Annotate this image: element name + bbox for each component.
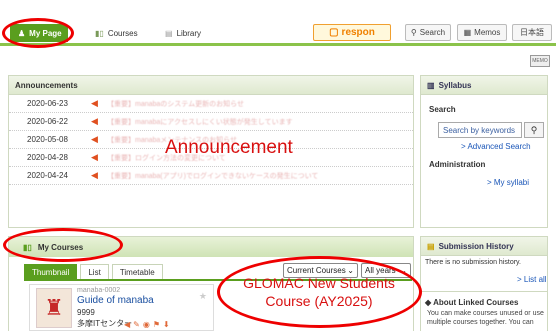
tab-library-label: Library [176,28,202,38]
tab-thumbnail[interactable]: Thumbnail [24,264,78,280]
course-title[interactable]: Guide of manaba [77,295,154,306]
announcements-header: Announcements [9,76,413,95]
submission-history-header: ▤ Submission History [421,237,547,256]
top-navigation: ♟ My Page ▮▯ Courses ▤ Library ▢ respon … [0,0,556,46]
language-button-label: 日本語 [520,28,544,37]
search-icon[interactable]: ⚲ [524,122,544,138]
tab-courses-label: Courses [107,28,138,38]
advanced-search-link[interactable]: > Advanced Search [461,142,531,151]
language-button[interactable]: 日本語 [512,24,552,41]
speaker-icon: ◀ [91,170,98,180]
course-status-icons: ◀✎◉⚑⬇ [124,320,173,329]
respon-link[interactable]: ▢ respon [313,24,391,41]
my-syllabi-link[interactable]: > My syllabi [487,178,529,187]
administration-label: Administration [429,160,486,169]
tab-my-page-label: My Page [29,28,62,38]
announcement-date: 2020-06-23 [27,99,68,108]
search-button[interactable]: ⚲ Search [405,24,451,41]
course-year: 9999 [77,308,95,317]
tab-library[interactable]: ▤ Library [165,24,201,42]
submission-history-header-label: Submission History [438,241,514,251]
memo-toggle-icon[interactable]: MEMO [530,55,550,67]
announcement-text[interactable]: 【重要】manabaにアクセスしにくい状態が発生しています [107,117,293,127]
memos-button-label: Memos [474,28,501,37]
syllabus-panel: ▥ Syllabus Search Search by keywords ⚲ >… [420,75,548,228]
glomac-line-1: GLOMAC New Students [243,275,395,291]
syllabus-icon: ▥ [427,80,435,90]
courses-icon: ▮▯ [95,28,104,38]
submission-history-panel: ▤ Submission History There is no submiss… [420,236,548,292]
glomac-line-2: Course (AY2025) [265,293,373,309]
announcement-text[interactable]: 【重要】manaba(アプリ)でログインできないケースの発生について [107,171,318,181]
respon-label: respon [341,27,375,38]
announcement-date: 2020-04-24 [27,171,68,180]
library-icon: ▤ [165,28,173,38]
search-icon: ⚲ [410,28,417,37]
announcement-row[interactable]: 2020-06-22 ◀ 【重要】manabaにアクセスしにくい状態が発生してい… [9,113,413,131]
course-code: manaba-0002 [77,287,121,294]
my-courses-header: ▮▯ My Courses [9,237,413,257]
linked-courses-text: You can make courses unused or use multi… [427,310,544,326]
my-courses-header-label: My Courses [37,242,84,252]
announcement-date: 2020-05-08 [27,135,68,144]
submission-empty-text: There is no submission history. [425,259,521,266]
announcement-date: 2020-04-28 [27,153,68,162]
memos-button[interactable]: ▦ Memos [457,24,507,41]
star-icon[interactable]: ★ [199,291,207,302]
tab-list[interactable]: List [80,264,109,280]
linked-courses-panel: ◆ About Linked Courses You can make cour… [420,291,548,331]
speaker-icon: ◀ [91,116,98,126]
linked-courses-header: ◆ About Linked Courses [425,298,519,307]
announcement-date: 2020-06-22 [27,117,68,126]
search-button-label: Search [419,28,446,37]
syllabus-header-label: Syllabus [438,80,472,90]
course-thumbnail-icon: ♜ [36,288,72,328]
glomac-course-label: GLOMAC New Students Course (AY2025) [222,262,416,322]
tab-timetable[interactable]: Timetable [111,264,163,280]
syllabus-search-input[interactable]: Search by keywords [438,122,522,138]
course-view-tabs: Thumbnail List Timetable [24,264,163,280]
speaker-icon: ◀ [91,98,98,108]
announcement-text[interactable]: 【重要】manabaのシステム更新のお知らせ [107,99,244,109]
list-all-link[interactable]: > List all [517,275,547,284]
course-card[interactable]: ♜ manaba-0002 Guide of manaba 9999 多摩ITセ… [29,284,214,331]
syllabus-header: ▥ Syllabus [421,76,547,95]
memo-icon: ▦ [463,28,472,37]
announcements-header-label: Announcements [15,80,78,90]
submission-icon: ▤ [427,241,435,251]
tab-my-page[interactable]: ♟ My Page [10,24,68,42]
respon-icon: ▢ [329,27,339,38]
announcement-row[interactable]: 2020-04-24 ◀ 【重要】manaba(アプリ)でログインできないケース… [9,167,413,185]
user-icon: ♟ [18,28,26,38]
courses-icon: ▮▯ [23,242,32,252]
syllabus-search-label: Search [429,105,456,114]
speaker-icon: ◀ [91,134,98,144]
announcement-row[interactable]: 2020-06-23 ◀ 【重要】manabaのシステム更新のお知らせ [9,95,413,113]
linked-courses-header-label: About Linked Courses [433,298,519,307]
speaker-icon: ◀ [91,152,98,162]
tab-courses[interactable]: ▮▯ Courses [95,24,138,42]
announcement-overlay-title: Announcement [165,137,293,158]
